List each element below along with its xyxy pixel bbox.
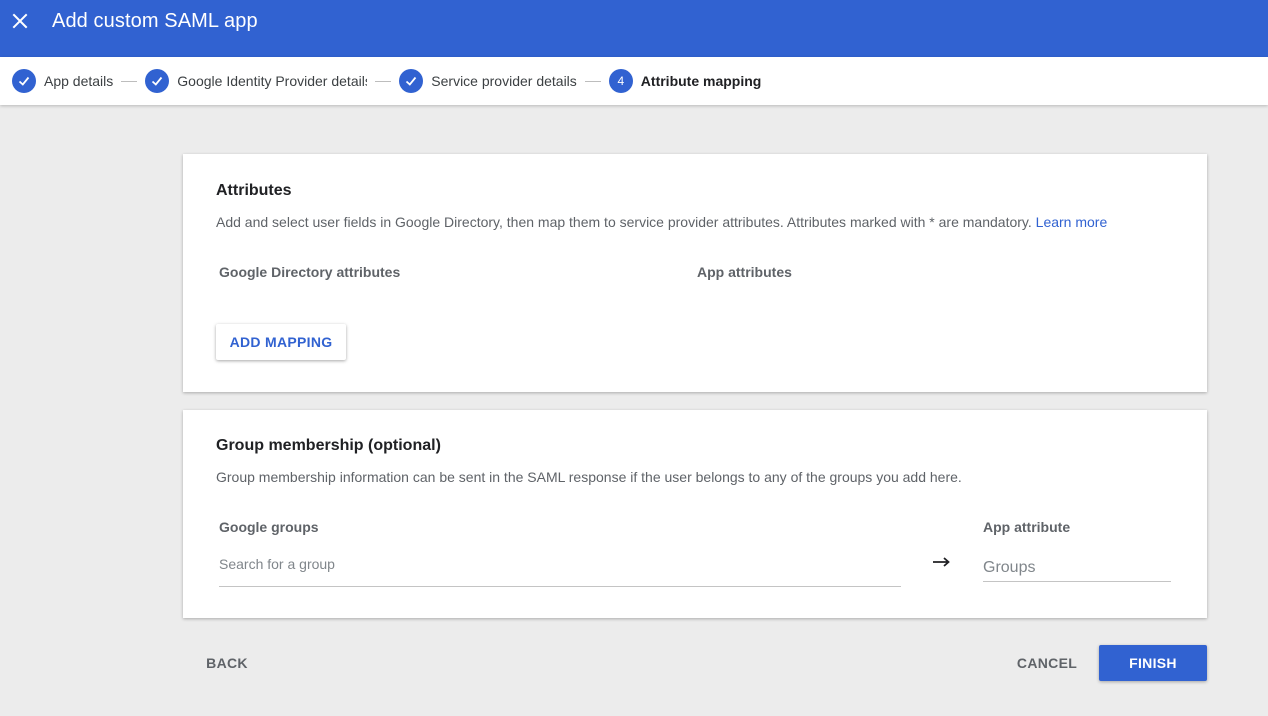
check-icon: [152, 76, 163, 86]
back-button[interactable]: BACK: [200, 645, 254, 681]
app-attribute-underline: [983, 581, 1171, 582]
attributes-description-text: Add and select user fields in Google Dir…: [216, 214, 1032, 230]
column-header-google-groups: Google groups: [219, 519, 319, 535]
attributes-title: Attributes: [216, 182, 292, 199]
stepper: App details Google Identity Provider det…: [0, 57, 1268, 105]
finish-button[interactable]: FINISH: [1099, 645, 1207, 681]
attributes-card: Attributes Add and select user fields in…: [183, 154, 1207, 392]
step-app-details[interactable]: App details: [12, 69, 113, 93]
cancel-button[interactable]: CANCEL: [1012, 645, 1082, 681]
step-label: Attribute mapping: [640, 73, 762, 89]
step-google-idp-details[interactable]: Google Identity Provider details: [145, 69, 367, 93]
learn-more-link[interactable]: Learn more: [1036, 214, 1108, 230]
step-complete-badge: [12, 69, 36, 93]
close-button[interactable]: [8, 8, 32, 34]
step-label: Service provider details: [431, 73, 577, 89]
column-header-app-attribute: App attribute: [983, 519, 1071, 535]
group-membership-card: Group membership (optional) Group member…: [183, 410, 1207, 618]
step-service-provider-details[interactable]: Service provider details: [399, 69, 577, 93]
step-connector: [584, 80, 601, 82]
check-icon: [406, 76, 417, 86]
add-mapping-button[interactable]: ADD MAPPING: [216, 324, 346, 360]
attributes-description: Add and select user fields in Google Dir…: [216, 214, 1107, 230]
group-search-underline: [219, 586, 901, 587]
group-membership-title: Group membership (optional): [216, 437, 441, 454]
step-complete-badge: [399, 69, 424, 93]
step-label: Google Identity Provider details: [177, 73, 368, 89]
step-connector: [375, 80, 392, 82]
step-complete-badge: [145, 69, 170, 93]
close-icon: [12, 13, 28, 29]
arrow-right-icon: [933, 557, 950, 567]
page-title: Add custom SAML app: [52, 10, 258, 32]
check-icon: [18, 76, 30, 86]
group-membership-description: Group membership information can be sent…: [216, 469, 962, 485]
step-number-badge: 4: [608, 69, 633, 93]
step-attribute-mapping[interactable]: 4 Attribute mapping: [608, 69, 762, 93]
app-attribute-input[interactable]: [983, 557, 1169, 579]
group-search-input[interactable]: [219, 554, 899, 574]
column-header-directory-attributes: Google Directory attributes: [219, 264, 401, 280]
app-bar: Add custom SAML app: [0, 0, 1268, 57]
mapping-arrow: [933, 550, 951, 574]
column-header-app-attributes: App attributes: [697, 264, 792, 280]
step-label: App details: [44, 73, 114, 89]
step-connector: [121, 80, 138, 82]
